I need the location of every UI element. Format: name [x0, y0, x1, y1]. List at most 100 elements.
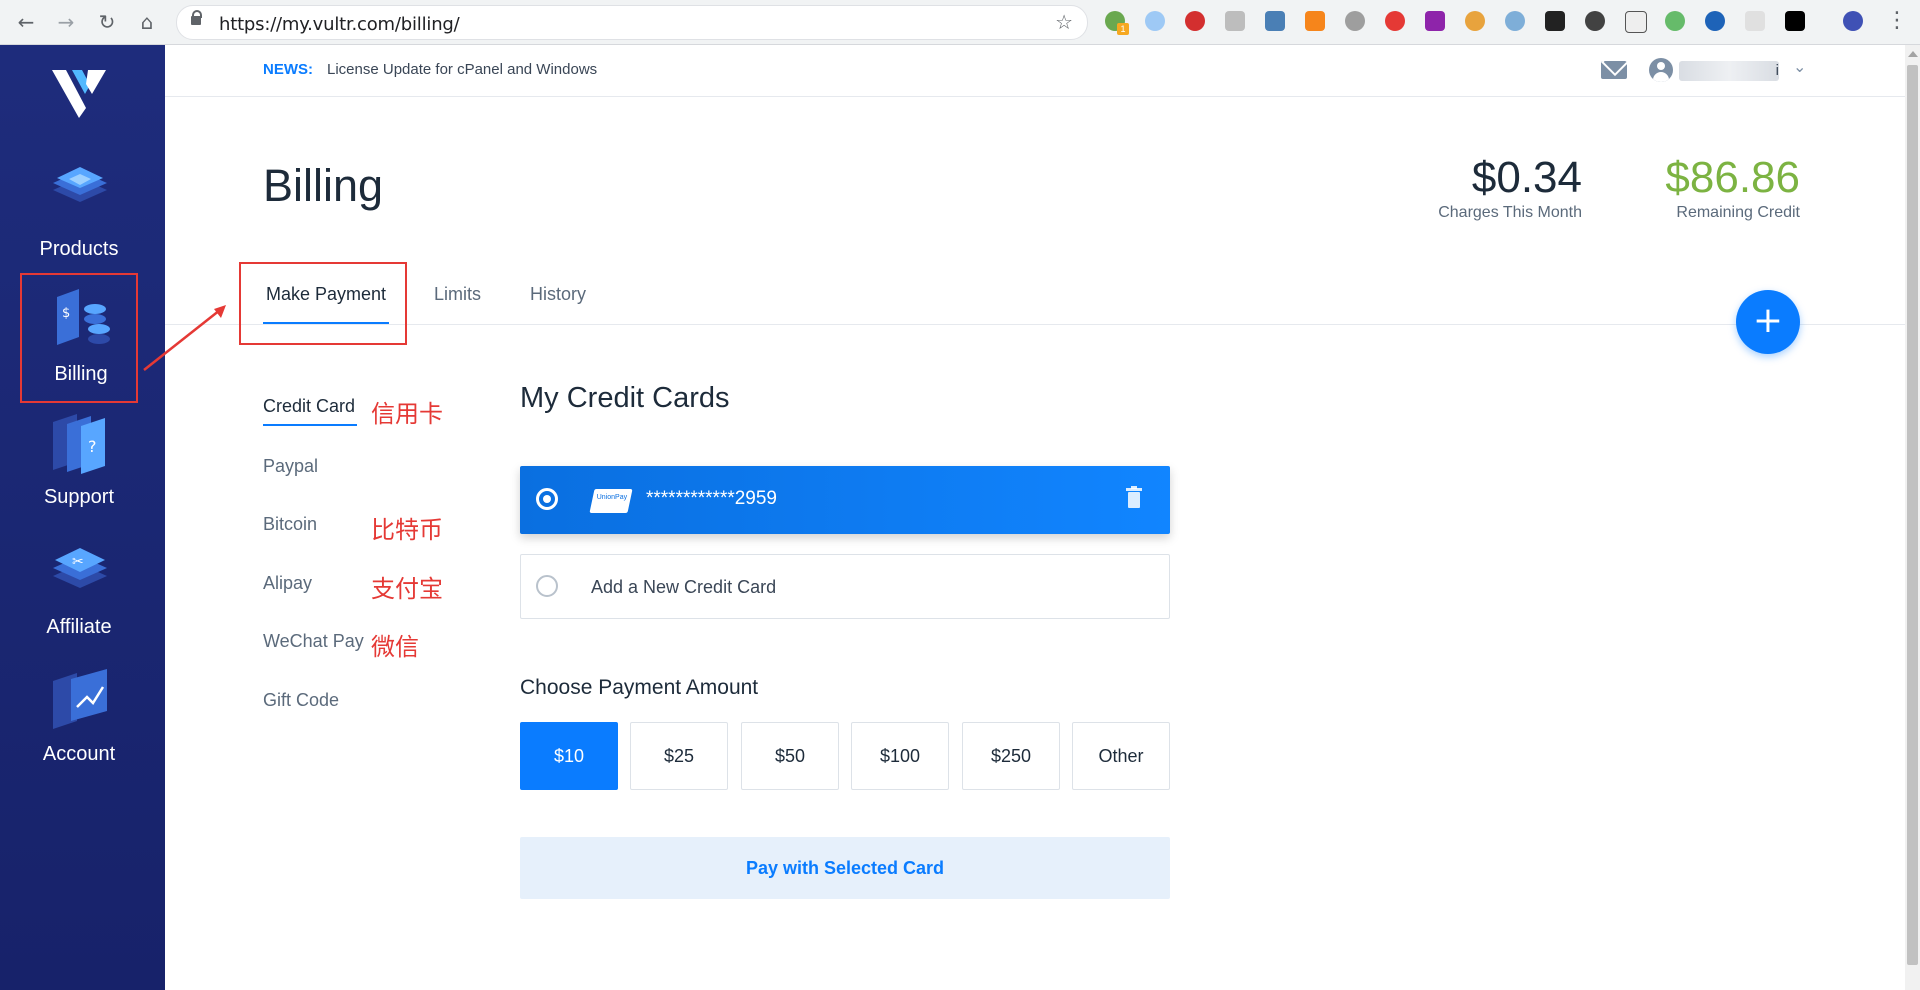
jb-extension-icon[interactable] — [1785, 11, 1805, 31]
browser-toolbar: ← → ↻ ⌂ https://my.vultr.com/billing/ ☆ … — [0, 0, 1920, 45]
amount-option-50[interactable]: $50 — [741, 722, 839, 790]
metamask-icon[interactable] — [1305, 11, 1325, 31]
sidebar-label: Billing — [54, 363, 108, 385]
support-icon: ? — [53, 414, 105, 474]
method-alipay[interactable]: Alipay — [263, 573, 312, 594]
layers-icon — [53, 167, 107, 202]
billing-tabs: Make Payment Limits History — [165, 262, 1905, 325]
active-method-indicator — [263, 424, 357, 426]
bookmark-star-icon[interactable]: ☆ — [1055, 10, 1073, 34]
payment-amount-title: Choose Payment Amount — [520, 676, 759, 699]
user-avatar-icon[interactable] — [1649, 58, 1673, 82]
annotation-highlight-box — [239, 262, 407, 345]
address-bar[interactable]: https://my.vultr.com/billing/ ☆ — [176, 5, 1088, 40]
sidebar-label: Affiliate — [46, 616, 112, 638]
card-radio-unselected[interactable] — [536, 575, 558, 597]
rp-extension-icon[interactable] — [1425, 11, 1445, 31]
svg-text:$: $ — [62, 306, 70, 321]
compass-extension-icon[interactable] — [1505, 11, 1525, 31]
method-note: 支付宝 — [371, 575, 443, 603]
annotation-arrow-icon — [143, 305, 226, 371]
sidebar-label: Support — [43, 486, 115, 508]
globe-icon[interactable] — [1705, 11, 1725, 31]
profile-avatar-icon[interactable] — [1843, 11, 1863, 31]
charges-label: Charges This Month — [1438, 204, 1582, 221]
extension-badge: 1 — [1117, 23, 1129, 35]
star-extension-icon[interactable] — [1265, 11, 1285, 31]
check-extension-icon[interactable] — [1745, 11, 1765, 31]
scroll-thumb[interactable] — [1907, 65, 1918, 965]
lock-icon — [191, 10, 202, 25]
add-button[interactable]: + — [1736, 290, 1800, 354]
charges-value: $0.34 — [1471, 153, 1582, 202]
user-name[interactable]: i — [1679, 61, 1779, 81]
method-credit-card[interactable]: Credit Card — [263, 396, 355, 417]
account-icon — [53, 669, 107, 729]
sidebar: Products $ Billing ? Support ✂ Affiliate — [0, 45, 165, 990]
svg-text:?: ? — [88, 437, 97, 456]
aperture-icon[interactable] — [1585, 11, 1605, 31]
news-tag: NEWS: — [263, 61, 313, 78]
credit-cards-title: My Credit Cards — [520, 382, 730, 414]
red-extension-icon[interactable] — [1385, 11, 1405, 31]
affiliate-icon: ✂ — [53, 548, 107, 588]
news-link[interactable]: License Update for cPanel and Windows — [327, 61, 597, 78]
forward-icon[interactable]: → — [52, 8, 80, 36]
sidebar-label: Products — [39, 238, 119, 260]
billing-icon: $ — [57, 289, 110, 345]
remaining-credit: $86.86 Remaining Credit — [1600, 154, 1800, 222]
home-icon[interactable]: ⌂ — [133, 8, 161, 36]
scroll-up-icon[interactable] — [1908, 51, 1918, 57]
method-gift-code[interactable]: Gift Code — [263, 690, 339, 711]
page-scrollbar[interactable] — [1905, 45, 1920, 990]
credit-label: Remaining Credit — [1676, 204, 1800, 221]
method-bitcoin[interactable]: Bitcoin — [263, 514, 317, 535]
chevron-down-icon[interactable]: ⌄ — [1793, 57, 1806, 76]
credit-card-row[interactable]: UnionPay ************2959 — [520, 466, 1170, 534]
credit-value: $86.86 — [1665, 153, 1800, 202]
sidebar-item-products[interactable]: Products — [20, 150, 138, 280]
amount-option-25[interactable]: $25 — [630, 722, 728, 790]
ip-extension-icon[interactable] — [1225, 11, 1245, 31]
sidebar-item-support[interactable]: ? Support — [20, 398, 138, 528]
weibo-icon[interactable] — [1465, 11, 1485, 31]
back-icon[interactable]: ← — [12, 8, 40, 36]
amount-option-other[interactable]: Other — [1072, 722, 1170, 790]
svg-text:✂: ✂ — [72, 554, 84, 570]
charges-this-month: $0.34 Charges This Month — [1400, 154, 1582, 222]
vultr-logo[interactable] — [52, 70, 106, 118]
sidebar-item-billing[interactable]: $ Billing — [20, 273, 138, 403]
green-extension-icon[interactable] — [1665, 11, 1685, 31]
cat-extension-icon[interactable] — [1625, 11, 1647, 33]
card-brand: UnionPay — [596, 494, 628, 501]
add-new-card-label: Add a New Credit Card — [591, 577, 777, 597]
card-number: ************2959 — [646, 488, 777, 509]
mail-icon[interactable] — [1601, 61, 1627, 79]
method-note: 微信 — [371, 633, 419, 661]
method-wechat-pay[interactable]: WeChat Pay — [263, 631, 364, 652]
sidebar-item-affiliate[interactable]: ✂ Affiliate — [20, 528, 138, 658]
dark-extension-icon[interactable] — [1545, 11, 1565, 31]
pay-with-selected-card-button[interactable]: Pay with Selected Card — [520, 837, 1170, 899]
page-title: Billing — [263, 160, 384, 211]
sidebar-label: Account — [42, 743, 116, 765]
adblock-icon[interactable] — [1185, 11, 1205, 31]
cloud-extension-icon[interactable] — [1145, 11, 1165, 31]
amount-option-10[interactable]: $10 — [520, 722, 618, 790]
amount-option-250[interactable]: $250 — [962, 722, 1060, 790]
method-note: 比特币 — [371, 516, 443, 544]
parachute-icon[interactable] — [1345, 11, 1365, 31]
card-radio-selected[interactable] — [536, 488, 558, 510]
tab-limits[interactable]: Limits — [434, 284, 481, 324]
news-bar: NEWS: License Update for cPanel and Wind… — [165, 45, 1905, 97]
amount-option-100[interactable]: $100 — [851, 722, 949, 790]
add-new-card-row[interactable]: Add a New Credit Card — [520, 554, 1170, 619]
reload-icon[interactable]: ↻ — [93, 8, 121, 36]
sidebar-item-account[interactable]: Account — [20, 655, 138, 785]
browser-menu-icon[interactable]: ⋮ — [1886, 8, 1908, 33]
unionpay-icon: UnionPay — [589, 489, 633, 513]
method-paypal[interactable]: Paypal — [263, 456, 318, 477]
url-text[interactable]: https://my.vultr.com/billing/ — [219, 14, 460, 35]
tab-history[interactable]: History — [530, 284, 586, 324]
trash-icon[interactable] — [1126, 486, 1142, 508]
